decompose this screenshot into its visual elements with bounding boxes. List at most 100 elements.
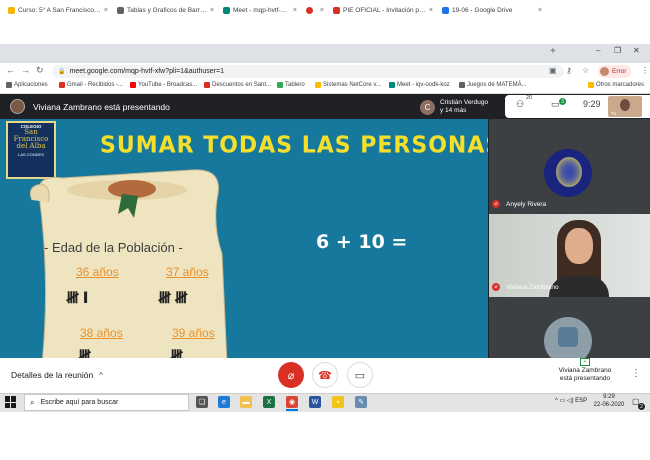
participant-tile-label: ⌀ Anyely Rivera <box>492 200 546 208</box>
close-tab-icon[interactable]: × <box>101 7 108 14</box>
tab-drive[interactable]: 19-06 - Google Drive × <box>438 2 546 19</box>
file-explorer-icon[interactable]: ▬ <box>240 396 252 408</box>
close-tab-icon[interactable]: × <box>207 7 214 14</box>
url-text: meet.google.com/mqp-hvtf-xfw?pli=1&authu… <box>69 68 224 75</box>
participant-tile-label: ⌀ Viviana Zambrano <box>492 283 559 291</box>
hang-up-button[interactable]: ☎ <box>312 362 338 388</box>
key-icon[interactable]: ⚷ <box>566 66 572 75</box>
language-indicator: ESP <box>575 398 588 404</box>
meeting-details-button[interactable]: Detalles de la reunión ^ <box>11 370 103 380</box>
santander-icon <box>204 82 210 88</box>
bookmark-tablero[interactable]: Tablero <box>277 82 305 88</box>
age-label: 39 años <box>172 326 215 340</box>
star-icon[interactable]: ☆ <box>582 66 589 75</box>
screenshot: Curso: 5° A San Francisco del A × Tablas… <box>0 0 650 460</box>
minimize-icon[interactable]: – <box>596 46 600 55</box>
participant-tile[interactable] <box>489 297 650 358</box>
restore-icon[interactable]: ❐ <box>614 46 621 55</box>
document-icon <box>117 7 124 14</box>
paint-icon[interactable]: ✎ <box>355 396 367 408</box>
meet-icon <box>389 82 395 88</box>
close-tab-icon[interactable]: × <box>535 7 542 14</box>
tab-meet[interactable]: Meet - mqp-hvtf-xfw × <box>219 2 301 19</box>
participant-avatar: C <box>420 99 435 115</box>
self-label: Tú <box>611 111 617 116</box>
tablero-icon <box>277 82 283 88</box>
chrome-icon[interactable]: ◉ <box>286 396 298 411</box>
bookmark-meet[interactable]: Meet - iqv-oodk-koz <box>389 82 450 88</box>
mic-toggle-button[interactable]: ⌀ <box>278 362 304 388</box>
forward-icon[interactable]: → <box>21 65 30 75</box>
chevron-up-icon: ^ <box>555 398 558 404</box>
network-icon: ▭ <box>559 398 566 404</box>
camera-toggle-button[interactable]: ▭ <box>347 362 373 388</box>
drive-icon <box>442 7 449 14</box>
age-label: 38 años <box>80 326 123 340</box>
tab-pdf[interactable]: Tablas y Graficos de Barra.pdf × <box>113 2 218 19</box>
bookmark-youtube[interactable]: YouTube - Broadcas... <box>130 82 197 88</box>
close-tab-icon[interactable]: × <box>426 7 433 14</box>
profile-avatar <box>600 67 609 76</box>
mic-off-icon: ⌀ <box>492 200 500 208</box>
camera-permission-icon[interactable]: ▣ <box>549 66 557 75</box>
menu-icon[interactable]: ⋮ <box>641 66 649 75</box>
people-count: 20 <box>526 95 533 101</box>
address-bar[interactable]: 🔒 meet.google.com/mqp-hvtf-xfw?pli=1&aut… <box>52 65 564 78</box>
participants-chip[interactable]: C Cristián Verdugo y 14 más <box>420 97 488 117</box>
netcore-icon <box>315 82 321 88</box>
presented-slide: COLEGIO San Francisco del Alba LAS CONDE… <box>0 119 488 358</box>
recording-icon <box>306 7 313 14</box>
reload-icon[interactable]: ↻ <box>36 65 44 76</box>
apps-icon <box>6 82 12 88</box>
camera-icon: ▭ <box>354 369 366 382</box>
close-window-icon[interactable]: ✕ <box>633 46 640 55</box>
mic-off-icon: ⌀ <box>492 283 500 291</box>
self-video <box>620 99 630 111</box>
presenter-header: Viviana Zambrano está presentando <box>0 94 488 119</box>
back-icon[interactable]: ← <box>6 65 15 75</box>
bookmark-gmail[interactable]: Gmail - Recibidos -... <box>59 82 123 88</box>
taskbar-search[interactable]: ⌕ Escribe aquí para buscar <box>24 394 189 411</box>
excel-icon[interactable]: X <box>263 396 275 408</box>
taskbar-clock[interactable]: 9:29 22-06-2020 <box>592 394 626 409</box>
tally-marks: 𝍸 <box>78 346 91 358</box>
close-tab-icon[interactable]: × <box>317 7 324 14</box>
notification-count: 2 <box>638 403 645 410</box>
equation: 6 + 10 = <box>316 231 408 253</box>
meet-clock: 9:29 <box>583 99 601 109</box>
people-icon[interactable]: ⚇ <box>516 99 524 110</box>
gmail-icon <box>59 82 65 88</box>
bookmark-juegos[interactable]: Juegos de MATEMÁ... <box>459 82 527 88</box>
tally-marks: 𝍸 𝍸 <box>158 288 188 307</box>
participant-more: y 14 más <box>440 107 467 114</box>
close-tab-icon[interactable]: × <box>290 7 297 14</box>
tab-classroom[interactable]: Curso: 5° A San Francisco del A × <box>4 2 112 19</box>
edge-icon[interactable]: e <box>218 396 230 408</box>
population-heading: - Edad de la Población - <box>44 240 183 255</box>
participant-face <box>565 228 593 264</box>
profile-error-button[interactable]: Error <box>598 65 632 78</box>
bookmark-apps[interactable]: Aplicaciones <box>6 82 48 88</box>
mic-off-icon: ⌀ <box>287 369 295 382</box>
word-icon[interactable]: W <box>309 396 321 408</box>
other-bookmarks[interactable]: Otros marcadores <box>588 82 644 88</box>
tab-recording[interactable]: × <box>302 2 328 19</box>
bookmark-icon <box>459 82 465 88</box>
bookmark-netcore[interactable]: Sistemas NetCore v... <box>315 82 381 88</box>
tab-pie-oficial[interactable]: PIE OFICIAL - Invitación para u × <box>329 2 437 19</box>
participant-avatar <box>544 317 592 358</box>
presenter-avatar <box>10 99 25 114</box>
bookmark-descuentos[interactable]: Descuentos en Sant... <box>204 82 271 88</box>
task-view-icon[interactable]: ❏ <box>196 396 208 408</box>
present-screen-icon: + <box>580 358 590 366</box>
phone-icon: ☎ <box>318 369 332 382</box>
lock-icon: 🔒 <box>58 69 66 75</box>
age-label: 37 años <box>166 265 209 279</box>
presenting-status[interactable]: + Viviana Zambrano está presentando <box>552 358 618 383</box>
new-tab-button[interactable]: + <box>550 46 556 57</box>
system-tray[interactable]: ^ ▭ ◁) ESP <box>555 397 587 404</box>
classroom-icon <box>8 7 15 14</box>
more-options-icon[interactable]: ⋮ <box>631 368 641 379</box>
sticky-notes-icon[interactable]: ▪ <box>332 396 344 408</box>
windows-start-button[interactable] <box>5 396 17 408</box>
